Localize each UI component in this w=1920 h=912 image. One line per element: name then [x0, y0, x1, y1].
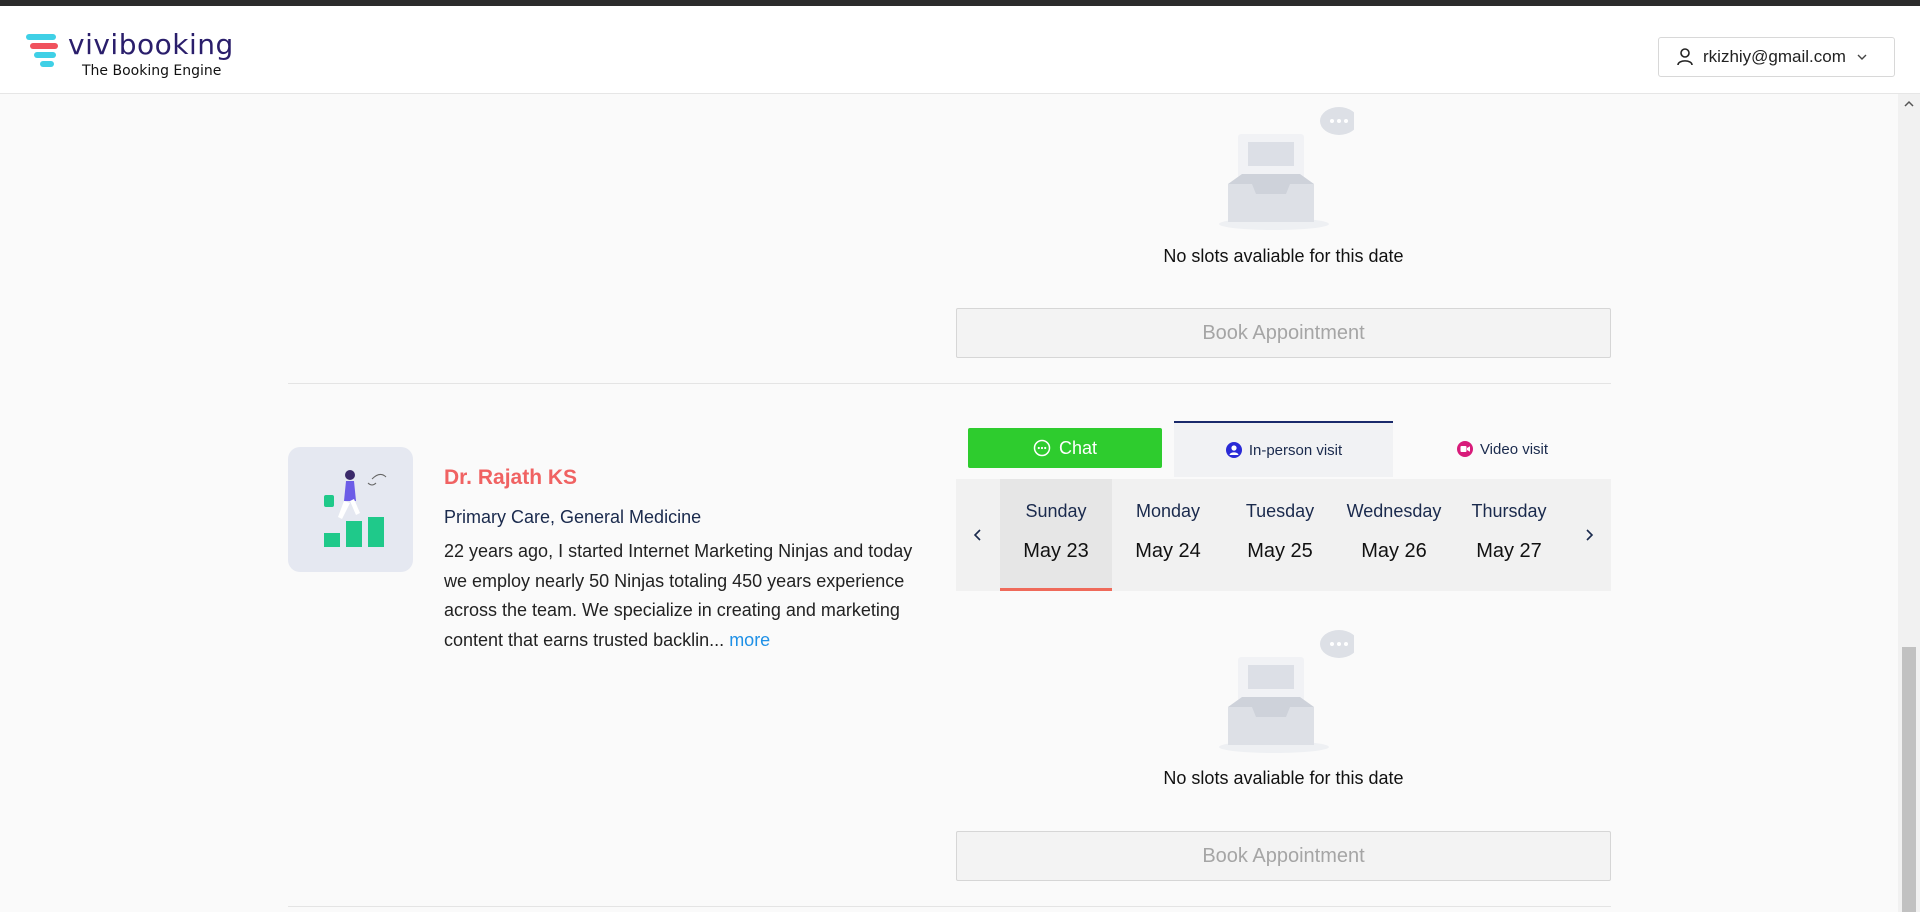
date-date: May 24 — [1135, 540, 1201, 562]
doctor-bio-text: 22 years ago, I started Internet Marketi… — [444, 541, 913, 650]
chat-button-label: Chat — [1058, 437, 1098, 458]
book-appointment-button[interactable]: Book Appointment — [956, 308, 1611, 358]
logo-mark-icon — [26, 34, 62, 74]
next-dates-button[interactable] — [1567, 479, 1611, 591]
date-date: May 23 — [1023, 540, 1089, 562]
logo-title: vivibooking — [68, 28, 234, 61]
date-day: Tuesday — [1245, 501, 1315, 521]
card-divider — [288, 906, 1611, 907]
date-date: May 27 — [1476, 540, 1542, 562]
chat-icon — [1033, 439, 1051, 457]
date-day: Wednesday — [1346, 501, 1442, 521]
empty-inbox-illustration — [1219, 107, 1354, 230]
chat-button[interactable]: Chat — [968, 428, 1162, 468]
date-option[interactable]: Sunday May 23 — [1000, 479, 1112, 591]
doctor-bio: 22 years ago, I started Internet Marketi… — [444, 537, 924, 655]
logo-subtitle: The Booking Engine — [82, 63, 222, 79]
book-appointment-button[interactable]: Book Appointment — [956, 831, 1611, 881]
user-icon — [1677, 48, 1693, 66]
scroll-up-arrow-icon[interactable] — [1904, 100, 1914, 108]
chevron-down-icon — [1857, 54, 1867, 60]
date-date: May 26 — [1361, 540, 1427, 562]
doctor-name[interactable]: Dr. Rajath KS — [444, 466, 577, 490]
no-slots-message: No slots avaliable for this date — [1163, 768, 1404, 788]
date-day: Thursday — [1471, 501, 1547, 521]
date-date: May 25 — [1247, 540, 1313, 562]
doctor-specialty: Primary Care, General Medicine — [444, 507, 702, 527]
chevron-left-icon — [973, 529, 981, 541]
tab-video-visit[interactable]: Video visit — [1393, 421, 1611, 477]
more-link[interactable]: more — [729, 630, 770, 650]
tab-in-person-label: In-person visit — [1248, 441, 1343, 459]
page-scrollbar[interactable] — [1898, 94, 1920, 912]
person-circle-icon — [1225, 442, 1242, 458]
date-option[interactable]: Monday May 24 — [1112, 479, 1224, 591]
app-header: vivibooking The Booking Engine rkizhiy@g… — [0, 6, 1920, 94]
user-menu-button[interactable]: rkizhiy@gmail.com — [1658, 37, 1895, 77]
user-email: rkizhiy@gmail.com — [1703, 47, 1846, 66]
no-slots-message: No slots avaliable for this date — [1163, 246, 1404, 266]
chevron-right-icon — [1586, 529, 1594, 541]
date-option[interactable]: Tuesday May 25 — [1224, 479, 1336, 591]
logo[interactable]: vivibooking The Booking Engine — [26, 28, 256, 80]
previous-dates-button[interactable] — [956, 479, 1000, 591]
date-day: Sunday — [1025, 501, 1087, 521]
doctor-illustration-icon — [324, 470, 387, 547]
tab-video-label: Video visit — [1479, 440, 1549, 458]
tab-in-person-visit[interactable]: In-person visit — [1174, 421, 1393, 477]
scrollbar-thumb[interactable] — [1902, 647, 1916, 912]
empty-inbox-illustration — [1219, 630, 1354, 753]
card-divider — [288, 383, 1611, 384]
date-option[interactable]: Wednesday May 26 — [1338, 479, 1450, 591]
date-selector: Sunday May 23 Monday May 24 Tuesday May … — [956, 479, 1611, 591]
doctor-avatar — [288, 447, 413, 572]
date-day: Monday — [1135, 501, 1201, 521]
date-option[interactable]: Thursday May 27 — [1453, 479, 1565, 591]
video-camera-icon — [1456, 441, 1473, 457]
